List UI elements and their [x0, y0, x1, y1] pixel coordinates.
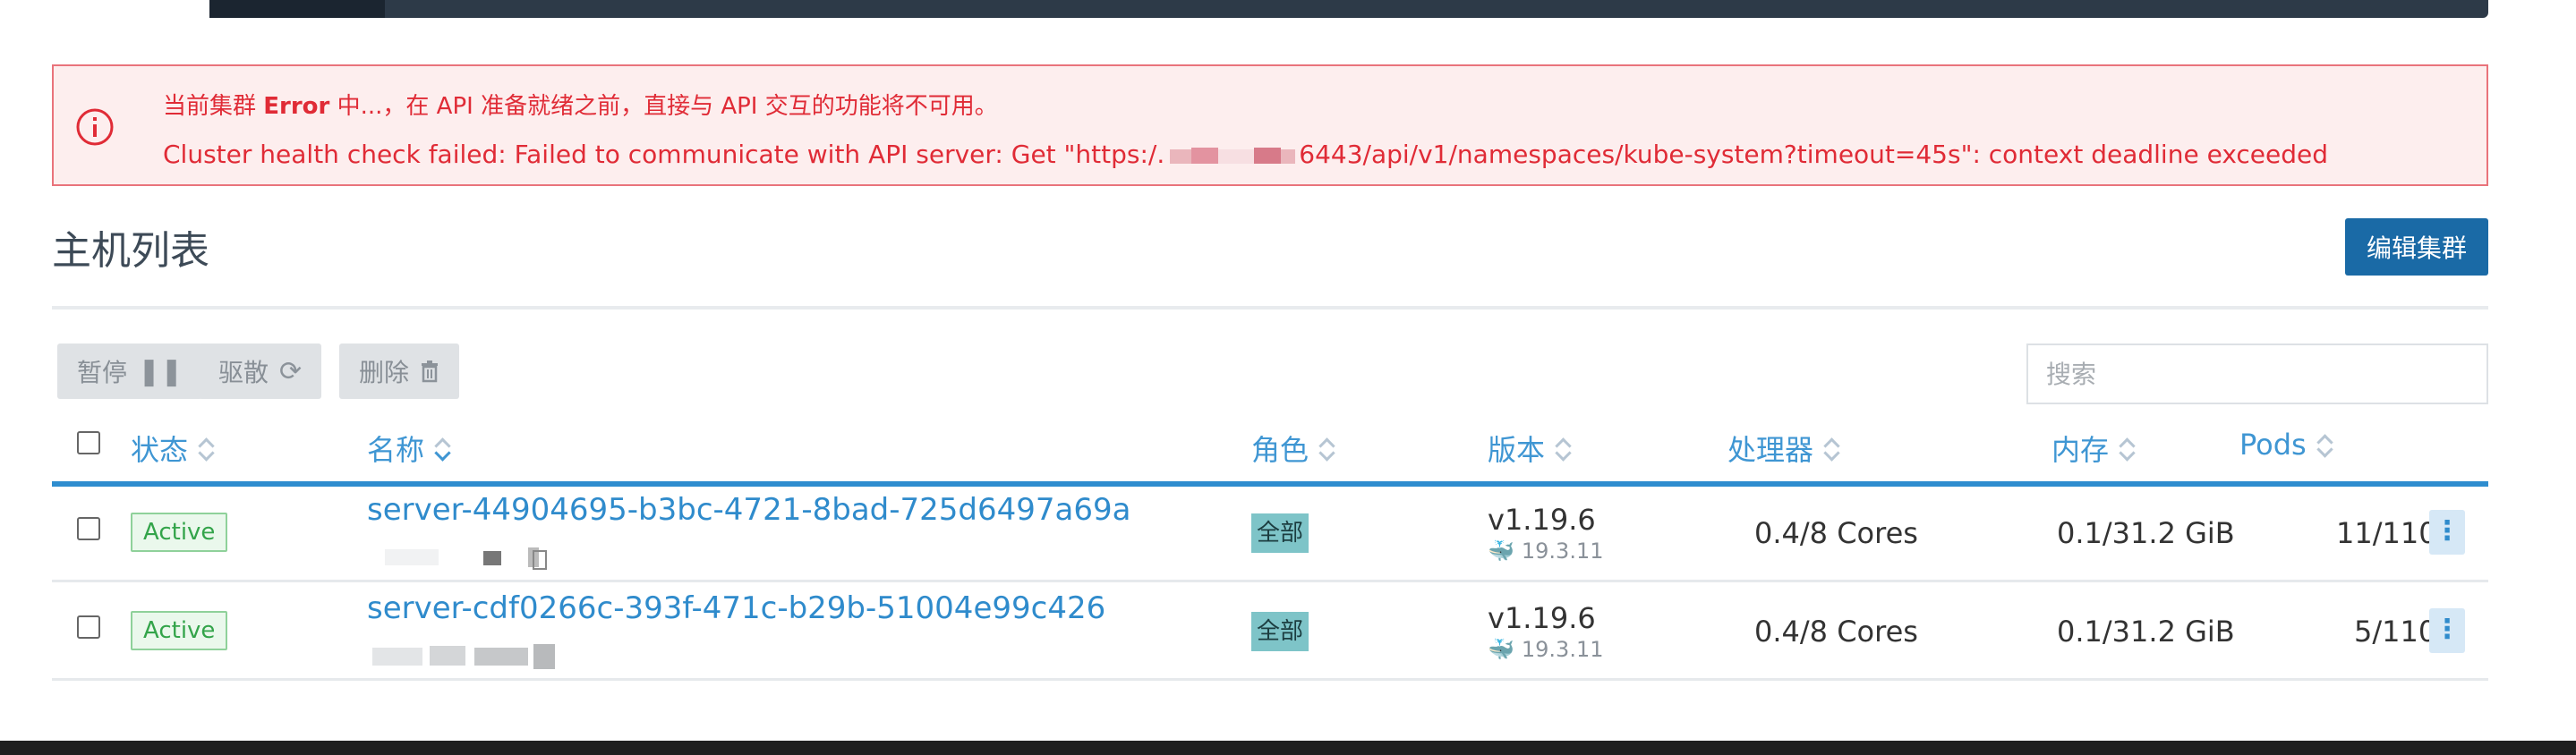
- banner-line2-suffix: 6443/api/v1/namespaces/kube-system?timeo…: [1299, 140, 2329, 169]
- role-badge: 全部: [1251, 612, 1309, 651]
- banner-line1-suffix: 中...，在 API 准备就绪之前，直接与 API 交互的功能将不可用。: [329, 93, 998, 120]
- row-checkbox[interactable]: [77, 615, 100, 639]
- docker-version-text: 19.3.11: [1521, 637, 1604, 662]
- banner-line2-prefix: Cluster health check failed: Failed to c…: [163, 140, 1165, 169]
- sort-icon: [2317, 431, 2332, 458]
- cpu-usage: 0.4/8 Cores: [1754, 615, 1918, 649]
- column-version-label: 版本: [1488, 433, 1546, 467]
- banner-line-2: Cluster health check failed: Failed to c…: [163, 140, 2328, 169]
- sort-icon: [2120, 435, 2134, 462]
- column-header-cpu[interactable]: 处理器: [1727, 428, 1838, 469]
- delete-button[interactable]: 删除: [339, 344, 460, 399]
- role-badge: 全部: [1251, 513, 1309, 553]
- host-name-link[interactable]: server-44904695-b3bc-4721-8bad-725d6497a…: [367, 492, 1130, 528]
- divider: [52, 306, 2488, 310]
- column-state-label: 状态: [131, 433, 189, 467]
- row-divider: [52, 580, 2488, 582]
- banner-line-1: 当前集群 Error 中...，在 API 准备就绪之前，直接与 API 交互的…: [163, 88, 998, 121]
- docker-version: 🐳 19.3.11: [1488, 539, 1604, 564]
- sort-icon: [1319, 435, 1334, 462]
- search-input[interactable]: [2026, 344, 2488, 404]
- memory-usage: 0.1/31.2 GiB: [2057, 615, 2235, 649]
- pods-count: 11/110: [2336, 516, 2437, 550]
- column-header-memory[interactable]: 内存: [2051, 428, 2134, 469]
- bottom-bar: [0, 741, 2576, 755]
- drain-button[interactable]: 驱散 ⟳: [199, 344, 322, 399]
- pause-label: 暂停: [77, 358, 128, 387]
- column-header-state[interactable]: 状态: [131, 428, 213, 469]
- drain-label: 驱散: [218, 358, 269, 387]
- column-cpu-label: 处理器: [1727, 433, 1814, 467]
- row-divider: [52, 678, 2488, 681]
- column-role-label: 角色: [1251, 433, 1309, 467]
- k8s-version: v1.19.6: [1488, 601, 1596, 635]
- column-pods-label: Pods: [2239, 428, 2307, 462]
- docker-icon: 🐳: [1488, 637, 1514, 662]
- docker-version: 🐳 19.3.11: [1488, 637, 1604, 662]
- column-memory-label: 内存: [2051, 433, 2110, 467]
- edit-cluster-button[interactable]: 编辑集群: [2345, 218, 2488, 276]
- top-nav-bar: [209, 0, 2488, 18]
- select-all-checkbox[interactable]: [77, 431, 100, 454]
- sort-icon: [435, 435, 449, 462]
- refresh-icon: ⟳: [279, 355, 303, 387]
- row-checkbox[interactable]: [77, 517, 100, 540]
- status-badge: Active: [131, 513, 228, 552]
- column-header-version[interactable]: 版本: [1488, 428, 1570, 469]
- column-header-role[interactable]: 角色: [1251, 428, 1334, 469]
- pods-count: 5/110: [2354, 615, 2437, 649]
- column-header-pods[interactable]: Pods: [2239, 428, 2332, 462]
- sort-icon: [1556, 435, 1570, 462]
- row-actions-button[interactable]: ⋮: [2429, 608, 2465, 653]
- top-nav-segment: [209, 0, 385, 18]
- trash-icon: [422, 361, 439, 383]
- column-name-label: 名称: [367, 433, 425, 467]
- status-badge: Active: [131, 611, 228, 650]
- delete-label: 删除: [359, 358, 410, 387]
- redacted-ip-image: [372, 644, 555, 669]
- sort-icon: [199, 435, 213, 462]
- redacted-ip-image: [385, 547, 547, 570]
- error-banner: 当前集群 Error 中...，在 API 准备就绪之前，直接与 API 交互的…: [52, 64, 2488, 186]
- cpu-usage: 0.4/8 Cores: [1754, 516, 1918, 550]
- pause-icon: ❚❚: [138, 355, 183, 387]
- docker-version-text: 19.3.11: [1521, 539, 1604, 564]
- host-name-link[interactable]: server-cdf0266c-393f-471c-b29b-51004e99c…: [367, 590, 1105, 626]
- column-header-name[interactable]: 名称: [367, 428, 449, 469]
- pause-button[interactable]: 暂停 ❚❚: [57, 344, 203, 399]
- redacted-ip-image: [1170, 148, 1296, 164]
- page-title: 主机列表: [52, 228, 209, 274]
- info-circle-icon: [76, 108, 114, 146]
- memory-usage: 0.1/31.2 GiB: [2057, 516, 2235, 550]
- row-actions-button[interactable]: ⋮: [2429, 510, 2465, 555]
- banner-line1-status: Error: [263, 93, 330, 120]
- table-header-divider: [52, 481, 2488, 487]
- sort-icon: [1824, 435, 1838, 462]
- k8s-version: v1.19.6: [1488, 503, 1596, 537]
- docker-icon: 🐳: [1488, 539, 1514, 564]
- banner-line1-prefix: 当前集群: [163, 93, 264, 120]
